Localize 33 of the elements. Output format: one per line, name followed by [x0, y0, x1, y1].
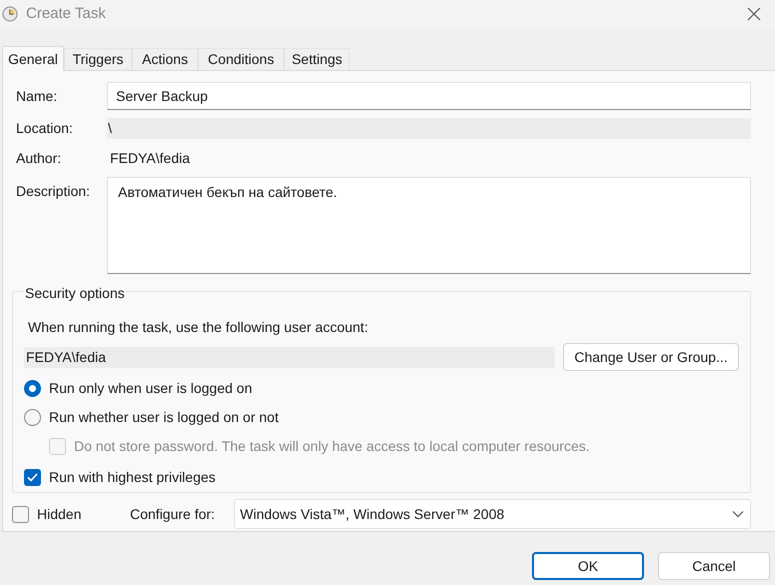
change-user-button[interactable]: Change User or Group... — [563, 343, 739, 371]
radio-button[interactable] — [24, 409, 41, 426]
checkbox[interactable] — [12, 506, 29, 522]
field-label: Configure for: — [130, 504, 216, 524]
tab[interactable]: Actions — [132, 48, 198, 70]
description-field[interactable]: Автоматичен бекъп на сайтовете. — [107, 177, 751, 274]
account-field: FEDYA\fedia — [24, 346, 555, 368]
field-label: Author: — [15, 148, 62, 168]
tab[interactable]: Conditions — [198, 48, 284, 70]
option-label: Run whether user is logged on or not — [49, 408, 279, 427]
radio-button[interactable] — [24, 380, 41, 397]
option-label: Run only when user is logged on — [49, 379, 252, 398]
author-value: FEDYA\fedia — [109, 148, 190, 168]
name-field[interactable]: Server Backup — [107, 82, 751, 110]
dialog-button[interactable]: OK — [532, 552, 644, 580]
field-label: Description: — [15, 182, 91, 201]
chevron-down-icon — [732, 510, 744, 518]
tab[interactable]: General — [2, 46, 64, 71]
close-icon[interactable] — [747, 7, 761, 21]
field-label: Location: — [15, 119, 74, 138]
configure-dropdown[interactable]: Windows Vista™, Windows Server™ 2008 — [234, 499, 751, 529]
tab[interactable]: Settings — [284, 48, 350, 70]
tab[interactable]: Triggers — [64, 48, 132, 70]
field-label: Name: — [15, 86, 58, 106]
dialog-button[interactable]: Cancel — [658, 552, 770, 580]
option-label: Hidden — [37, 504, 82, 524]
location-field: \ — [107, 118, 751, 139]
checkbox[interactable] — [24, 469, 41, 486]
account-prompt: When running the task, use the following user account: — [27, 318, 370, 337]
window-title: Create Task — [26, 4, 106, 24]
option-label: Run with highest privileges — [49, 468, 216, 487]
check-icon — [27, 473, 38, 482]
option-label: Do not store password. The task will only have access to local computer resources. — [74, 437, 590, 456]
